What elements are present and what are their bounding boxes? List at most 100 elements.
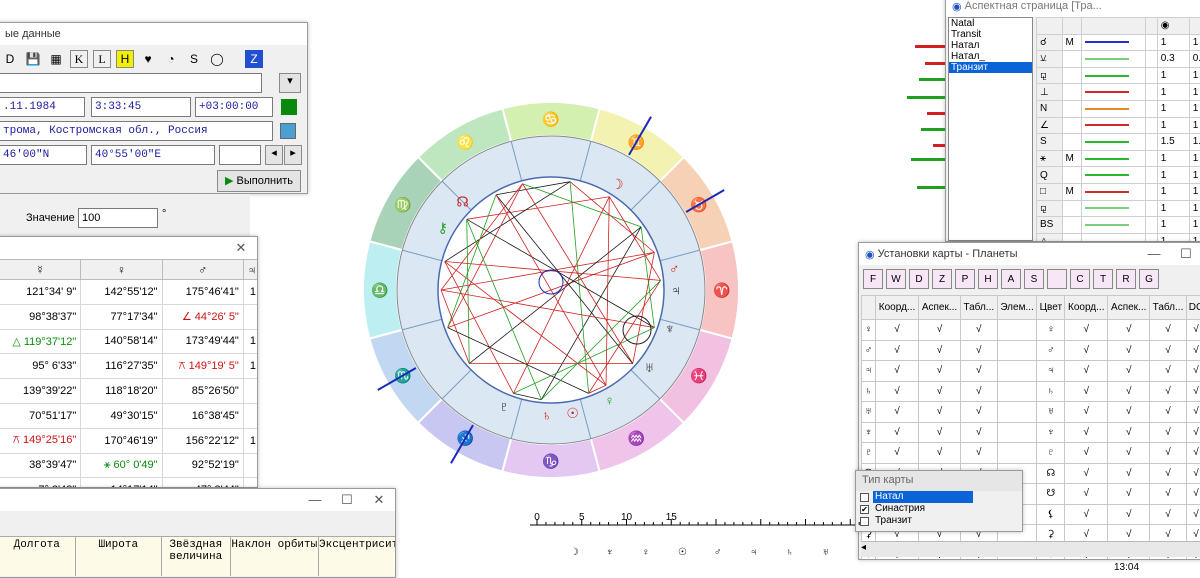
settings-tool-button[interactable]: Z: [932, 269, 952, 289]
toolbar-button[interactable]: K: [70, 50, 88, 68]
list-item[interactable]: Транзит: [949, 62, 1032, 73]
column-header[interactable]: ♀: [81, 260, 162, 280]
name-dropdown[interactable]: ▾: [279, 73, 301, 93]
check-cell[interactable]: √: [919, 422, 961, 443]
aspect-color-line[interactable]: [1081, 200, 1145, 217]
chart-type-option[interactable]: Натал: [856, 491, 1022, 503]
aspect-row[interactable]: ⚺0.30.3: [1037, 51, 1200, 68]
planet-settings-row[interactable]: ♃√√√♃√√√√: [862, 361, 1200, 382]
orb-value[interactable]: 0.3: [1189, 51, 1200, 68]
check-cell[interactable]: √: [1108, 463, 1150, 484]
planet-color-glyph[interactable]: ♄: [1037, 381, 1065, 402]
check-cell[interactable]: [997, 361, 1037, 382]
check-cell[interactable]: √: [876, 381, 919, 402]
list-item[interactable]: Натал_: [949, 51, 1032, 62]
planet-color-glyph[interactable]: ♀: [1037, 320, 1065, 341]
toolbar-button[interactable]: Z: [245, 50, 263, 68]
check-cell[interactable]: √: [919, 361, 961, 382]
minimize-icon[interactable]: —: [1138, 246, 1170, 262]
chart-type-option[interactable]: Транзит: [856, 515, 1022, 527]
column-header[interactable]: Звёздная величина: [162, 537, 231, 576]
check-cell[interactable]: √: [919, 402, 961, 423]
map-icon[interactable]: [280, 123, 296, 139]
planet-settings-row[interactable]: ♆√√√♆√√√√: [862, 422, 1200, 443]
table-row[interactable]: 95° 6'33"116°27'35"⚻ 149°19' 5"1: [0, 354, 258, 379]
settings-tool-button[interactable]: C: [1070, 269, 1090, 289]
check-cell[interactable]: √: [1150, 361, 1187, 382]
aspect-row[interactable]: ⚹M11: [1037, 150, 1200, 167]
orb-value[interactable]: 1: [1157, 100, 1189, 117]
chart-type-option[interactable]: ✔Синастрия: [856, 503, 1022, 515]
orb-value[interactable]: 1.5: [1157, 134, 1189, 151]
close-icon[interactable]: ✕: [363, 492, 395, 508]
check-cell[interactable]: √: [960, 361, 997, 382]
column-header[interactable]: ♂: [162, 260, 243, 280]
orb-value[interactable]: 1: [1157, 150, 1189, 167]
toolbar-button[interactable]: D: [1, 50, 19, 68]
list-item[interactable]: Natal: [949, 18, 1032, 29]
orb-value[interactable]: 1: [1157, 167, 1189, 184]
check-cell[interactable]: √: [1065, 504, 1108, 525]
list-item[interactable]: Transit: [949, 29, 1032, 40]
check-cell[interactable]: √: [1186, 443, 1200, 464]
orb-value[interactable]: 1: [1157, 200, 1189, 217]
extra-field[interactable]: [219, 145, 261, 165]
column-header[interactable]: Аспек...: [919, 296, 961, 320]
aspect-color-line[interactable]: [1081, 100, 1145, 117]
timezone-field[interactable]: +03:00:00: [195, 97, 273, 117]
planet-color-glyph[interactable]: ♆: [1037, 422, 1065, 443]
natal-chart-wheel[interactable]: ♈♉♊♋♌♍♎♏♐♑♒♓ ☊⚷☽♂♃♆♅♀☉♄♇: [341, 80, 761, 500]
check-cell[interactable]: √: [1065, 443, 1108, 464]
check-cell[interactable]: √: [876, 402, 919, 423]
orb-value[interactable]: 0.3: [1157, 51, 1189, 68]
check-cell[interactable]: √: [960, 402, 997, 423]
check-cell[interactable]: √: [1108, 320, 1150, 341]
column-header[interactable]: DC: [1186, 296, 1200, 320]
check-cell[interactable]: √: [1150, 484, 1187, 505]
check-cell[interactable]: √: [1186, 422, 1200, 443]
maximize-icon[interactable]: ☐: [1170, 246, 1200, 262]
check-cell[interactable]: √: [876, 320, 919, 341]
value-input[interactable]: 100: [78, 208, 158, 228]
toolbar-button[interactable]: ◔: [162, 50, 180, 68]
column-header[interactable]: Аспек...: [1108, 296, 1150, 320]
check-cell[interactable]: √: [1150, 340, 1187, 361]
horizontal-scrollbar[interactable]: ◂: [861, 541, 1200, 557]
time-field[interactable]: 3:33:45: [91, 97, 191, 117]
aspect-color-line[interactable]: [1081, 134, 1145, 151]
settings-tool-button[interactable]: [1047, 269, 1067, 289]
table-row[interactable]: 121°34' 9"142°55'12"175°46'41"1: [0, 280, 258, 305]
orb-value[interactable]: 1: [1189, 183, 1200, 200]
planet-color-glyph[interactable]: ♃: [1037, 361, 1065, 382]
orb-value[interactable]: 1: [1157, 67, 1189, 84]
column-header[interactable]: Табл...: [1150, 296, 1187, 320]
check-cell[interactable]: √: [919, 443, 961, 464]
toolbar-button[interactable]: L: [93, 50, 111, 68]
check-cell[interactable]: √: [1065, 340, 1108, 361]
toolbar-button[interactable]: S: [185, 50, 203, 68]
orb-value[interactable]: 1: [1157, 233, 1189, 241]
orb-value[interactable]: 1: [1157, 117, 1189, 134]
settings-tool-button[interactable]: P: [955, 269, 975, 289]
check-cell[interactable]: √: [1186, 504, 1200, 525]
check-cell[interactable]: √: [1108, 484, 1150, 505]
check-cell[interactable]: √: [960, 340, 997, 361]
aspect-color-line[interactable]: [1081, 67, 1145, 84]
check-cell[interactable]: √: [1065, 361, 1108, 382]
settings-tool-button[interactable]: S: [1024, 269, 1044, 289]
aspect-color-line[interactable]: [1081, 233, 1145, 241]
check-cell[interactable]: √: [876, 422, 919, 443]
orb-value[interactable]: 1: [1189, 233, 1200, 241]
aspect-color-line[interactable]: [1081, 167, 1145, 184]
aspect-row[interactable]: ∠11: [1037, 117, 1200, 134]
checkbox[interactable]: [860, 493, 869, 502]
table-row[interactable]: 139°39'22"118°18'20"85°26'50": [0, 379, 258, 404]
check-cell[interactable]: √: [1186, 340, 1200, 361]
orb-value[interactable]: 1: [1189, 167, 1200, 184]
check-cell[interactable]: [997, 381, 1037, 402]
toolbar-button[interactable]: ♥: [139, 50, 157, 68]
check-cell[interactable]: √: [960, 422, 997, 443]
check-cell[interactable]: [997, 320, 1037, 341]
settings-tool-button[interactable]: T: [1093, 269, 1113, 289]
check-cell[interactable]: √: [1108, 504, 1150, 525]
